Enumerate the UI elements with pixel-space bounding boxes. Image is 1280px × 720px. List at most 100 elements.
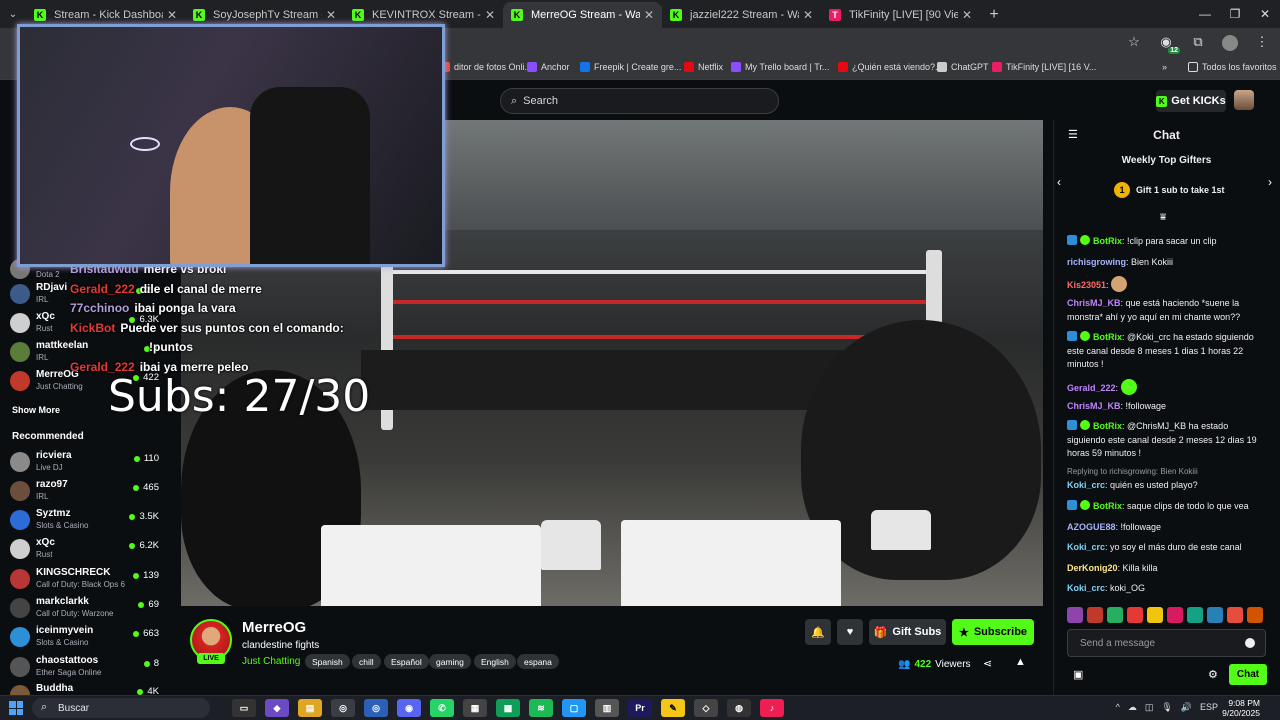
tiktok-icon[interactable]: ♪ [760,699,784,717]
bookmark-item[interactable]: ditor de fotos Onli... [440,62,532,72]
new-tab-button[interactable]: + [980,2,1008,28]
task-view-icon[interactable]: ▭ [232,699,256,717]
chevron-left-icon[interactable]: ‹ [1057,175,1061,189]
chat-username[interactable]: ChrisMJ_KB [1067,298,1121,308]
profile-avatar[interactable] [1220,32,1240,52]
gift-top-prompt[interactable]: 1 Gift 1 sub to take 1st [1114,182,1225,198]
emote[interactable] [1147,607,1163,623]
calendar-icon[interactable]: ▦ [463,699,487,717]
emote[interactable] [1087,607,1103,623]
whatsapp-icon[interactable]: ✆ [430,699,454,717]
bookmarks-more-icon[interactable]: » [1162,62,1167,72]
chat-username[interactable]: Gerald_222 [1067,383,1116,393]
bookmark-item[interactable]: ¿Quién está viendo?... [838,62,943,72]
chat-username[interactable]: BotRix [1093,332,1122,342]
chat-username[interactable]: Kis23051 [1067,280,1106,290]
mic-icon[interactable]: 🎙 [1161,702,1172,713]
taskbar-clock[interactable]: 9:08 PM 9/20/2025 [1222,698,1260,718]
sidebar-channel-item[interactable]: markclarkk Call of Duty: Warzone 69 [10,595,165,623]
sidebar-channel-item[interactable]: xQc Rust 6.2K [10,536,165,564]
stream-tag[interactable]: Español [384,654,429,669]
app-icon[interactable]: ▥ [595,699,619,717]
chat-rewards-icon[interactable]: ▣ [1073,668,1083,681]
spotify-icon[interactable]: ≋ [529,699,553,717]
browser-tab[interactable]: T TikFinity [LIVE] [90 Viewers] ✕ [821,2,980,28]
search-input[interactable]: ⌕ Search [500,88,779,114]
send-chat-button[interactable]: Chat [1229,664,1267,685]
sidebar-channel-item[interactable]: iceinmyvein Slots & Casino 663 [10,624,165,652]
close-tab-icon[interactable]: ✕ [644,8,654,22]
close-tab-icon[interactable]: ✕ [803,8,813,22]
stream-tag[interactable]: espana [517,654,559,669]
sidebar-channel-item[interactable]: Syztmz Slots & Casino 3.5K [10,507,165,535]
close-tab-icon[interactable]: ✕ [962,8,972,22]
chat-username[interactable]: Koki_crc [1067,480,1105,490]
emote[interactable] [1127,607,1143,623]
user-avatar[interactable] [1234,90,1254,110]
extension-badge[interactable]: ◉ 12 [1156,32,1180,54]
sidebar-channel-item[interactable]: razo97 IRL 465 [10,478,165,506]
bookmark-star-icon[interactable]: ☆ [1124,32,1144,52]
stream-tag[interactable]: chill [352,654,381,669]
chat-username[interactable]: Koki_crc [1067,583,1105,593]
notes-icon[interactable]: ✎ [661,699,685,717]
report-icon[interactable]: ▲ [1015,656,1026,668]
sidebar-channel-item[interactable]: chaostattoos Ether Saga Online 8 [10,654,165,682]
emoji-icon[interactable] [1245,638,1255,648]
cloud-icon[interactable]: ☁ [1128,702,1137,713]
chat-username[interactable]: richisgrowing [1067,257,1126,267]
chrome-icon[interactable]: ◎ [331,699,355,717]
close-tab-icon[interactable]: ✕ [167,8,177,22]
stream-tag[interactable]: Spanish [305,654,350,669]
browser-tab[interactable]: Kjazziel222 Stream - Watch Live ✕ [662,2,821,28]
premiere-icon[interactable]: Pr [628,699,652,717]
network-icon[interactable]: ◫ [1145,702,1154,713]
file-explorer-icon[interactable]: ▤ [298,699,322,717]
emote[interactable] [1187,607,1203,623]
pinned-expand-icon[interactable]: ⩸ [1160,212,1166,223]
share-icon[interactable]: ⋖ [983,657,992,670]
language-indicator[interactable]: ESP [1200,702,1218,713]
emote[interactable] [1107,607,1123,623]
chat-username[interactable]: AZOGUE88 [1067,522,1116,532]
extensions-icon[interactable]: ⧉ [1188,32,1208,52]
gift-subs-button[interactable]: 🎁 Gift Subs [869,619,946,645]
browser-menu-icon[interactable]: ⋮ [1252,32,1272,52]
chat-settings-icon[interactable]: ⚙ [1208,668,1218,681]
show-more-link[interactable]: Show More [12,405,60,415]
stream-tag[interactable]: gaming [429,654,471,669]
notification-bell-button[interactable]: 🔔 [805,619,831,645]
get-kicks-button[interactable]: K Get KICKs [1156,90,1226,112]
bookmark-item[interactable]: Anchor [527,62,570,72]
bookmark-item[interactable]: My Trello board | Tr... [731,62,829,72]
copilot-icon[interactable]: ◆ [265,699,289,717]
obs-icon[interactable]: ◍ [727,699,751,717]
chat-message-input[interactable]: Send a message [1067,629,1266,657]
volume-icon[interactable]: 🔊 [1181,702,1192,713]
emote[interactable] [1207,607,1223,623]
windows-start-icon[interactable] [9,701,23,715]
chat-username[interactable]: BotRix [1093,501,1122,511]
emote[interactable] [1247,607,1263,623]
chat-username[interactable]: DerKonig20 [1067,563,1118,573]
chrome-profile-icon[interactable]: ◎ [364,699,388,717]
sidebar-channel-item[interactable]: KINGSCHRECK Call of Duty: Black Ops 6 139 [10,566,165,594]
bookmark-item[interactable]: TikFinity [LIVE] [16 V... [992,62,1096,72]
all-bookmarks-folder[interactable]: Todos los favoritos [1188,62,1277,72]
bookmark-item[interactable]: Freepik | Create gre... [580,62,681,72]
minecraft-icon[interactable]: ▩ [496,699,520,717]
chevron-right-icon[interactable]: › [1268,175,1272,189]
app-icon[interactable]: ▢ [562,699,586,717]
emote[interactable] [1167,607,1183,623]
emote[interactable] [1067,607,1083,623]
app-icon[interactable]: ◇ [694,699,718,717]
emote[interactable] [1227,607,1243,623]
minimize-icon[interactable]: — [1190,0,1220,28]
browser-tab[interactable]: K MerreOG Stream - Watch Live o ✕ [503,2,662,28]
follow-heart-button[interactable]: ♥ [837,619,863,645]
stream-tag[interactable]: English [474,654,516,669]
sidebar-channel-item[interactable]: ricviera Live DJ 110 [10,449,165,477]
bookmark-item[interactable]: ChatGPT [937,62,989,72]
discord-icon[interactable]: ◉ [397,699,421,717]
close-tab-icon[interactable]: ✕ [326,8,336,22]
